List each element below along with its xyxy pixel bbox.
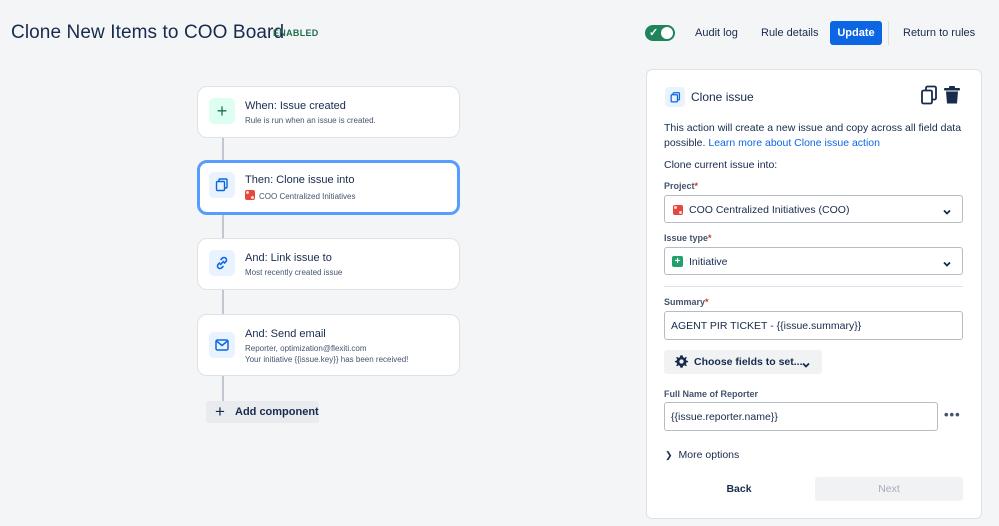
required-marker: *	[705, 297, 709, 307]
trigger-node[interactable]: + When: Issue created Rule is run when a…	[197, 86, 460, 138]
back-button[interactable]: Back	[717, 478, 761, 500]
project-name: COO Centralized Initiatives	[259, 192, 356, 201]
link-issue-node[interactable]: And: Link issue to Most recently created…	[197, 238, 460, 290]
chevron-down-icon	[942, 204, 952, 222]
page-title: Clone New Items to COO Board	[11, 22, 285, 43]
copy-icon	[665, 87, 685, 107]
duplicate-icon[interactable]	[920, 85, 938, 110]
add-component-label: Add component	[235, 406, 319, 418]
project-value: COO Centralized Initiatives (COO)	[689, 204, 850, 216]
reporter-value: {{issue.reporter.name}}	[671, 411, 778, 423]
flow-connector	[222, 376, 224, 402]
node-subtitle: Rule is run when an issue is created.	[245, 116, 376, 125]
top-bar: Clone New Items to COO Board ENABLED ✓ A…	[0, 0, 999, 66]
status-badge: ENABLED	[273, 28, 319, 38]
panel-title: Clone issue	[691, 90, 754, 104]
next-button[interactable]: Next	[815, 477, 963, 501]
node-title: Then: Clone issue into	[245, 174, 355, 186]
mail-icon	[209, 332, 235, 358]
choose-fields-button[interactable]: Choose fields to set...	[664, 350, 822, 374]
plus-icon: +	[215, 402, 225, 421]
node-subtitle: COO Centralized Initiatives	[245, 190, 355, 201]
node-subtitle: Reporter, optimization@flexiti.com	[245, 344, 367, 353]
node-title: And: Link issue to	[245, 252, 332, 264]
required-marker: *	[694, 181, 699, 191]
flow-connector	[222, 137, 224, 161]
summary-label-text: Summary	[664, 297, 706, 307]
check-icon: ✓	[649, 27, 659, 39]
chevron-down-icon	[801, 357, 811, 375]
issue-type-select[interactable]: + Initiative	[664, 247, 963, 275]
audit-log-button[interactable]: Audit log	[695, 27, 738, 39]
chevron-right-icon: ❯	[665, 450, 673, 460]
section-label: Clone current issue into:	[664, 159, 778, 171]
required-marker: *	[708, 233, 712, 243]
plus-icon: +	[209, 98, 235, 124]
rule-details-button[interactable]: Rule details	[761, 27, 818, 39]
summary-label: Summary*	[664, 297, 709, 307]
return-to-rules-button[interactable]: Return to rules	[903, 27, 975, 39]
update-button[interactable]: Update	[830, 21, 882, 45]
gear-icon	[674, 354, 689, 374]
toggle-knob	[661, 27, 673, 39]
summary-input[interactable]: AGENT PIR TICKET - {{issue.summary}}	[664, 311, 963, 340]
flow-connector	[222, 214, 224, 239]
flow-connector	[222, 289, 224, 315]
copy-icon	[209, 172, 235, 198]
reporter-input[interactable]: {{issue.reporter.name}}	[664, 402, 938, 431]
node-title: When: Issue created	[245, 100, 346, 112]
clone-issue-panel: Clone issue This action will create a ne…	[646, 69, 982, 519]
link-icon	[209, 250, 235, 276]
divider	[664, 286, 963, 287]
node-subtitle-2: Your initiative {{issue.key}} has been r…	[245, 355, 409, 364]
more-actions-icon[interactable]: •••	[944, 407, 961, 422]
project-icon	[673, 205, 683, 215]
node-subtitle: Most recently created issue	[245, 268, 343, 277]
project-label: Project*	[664, 181, 698, 191]
trash-icon[interactable]	[943, 85, 961, 110]
learn-more-link[interactable]: Learn more about Clone issue action	[708, 137, 880, 149]
project-select[interactable]: COO Centralized Initiatives (COO)	[664, 195, 963, 223]
clone-issue-node[interactable]: Then: Clone issue into COO Centralized I…	[197, 160, 460, 215]
node-title: And: Send email	[245, 328, 326, 340]
reporter-label: Full Name of Reporter	[664, 389, 759, 399]
more-options-label: More options	[678, 449, 740, 461]
rule-enabled-toggle[interactable]: ✓	[645, 25, 675, 41]
chevron-down-icon	[942, 256, 952, 274]
panel-description: This action will create a new issue and …	[664, 121, 964, 151]
issue-type-value: Initiative	[689, 256, 728, 268]
more-options-toggle[interactable]: ❯ More options	[665, 449, 739, 461]
initiative-icon: +	[672, 256, 683, 267]
send-email-node[interactable]: And: Send email Reporter, optimization@f…	[197, 314, 460, 376]
issue-type-label: Issue type*	[664, 233, 712, 243]
add-component-button[interactable]: + Add component	[206, 401, 319, 423]
issue-type-label-text: Issue type	[664, 233, 709, 243]
divider	[888, 21, 889, 45]
summary-value: AGENT PIR TICKET - {{issue.summary}}	[671, 320, 862, 332]
choose-fields-label: Choose fields to set...	[694, 356, 803, 368]
project-label-text: Project	[664, 181, 695, 191]
project-icon	[245, 190, 255, 200]
